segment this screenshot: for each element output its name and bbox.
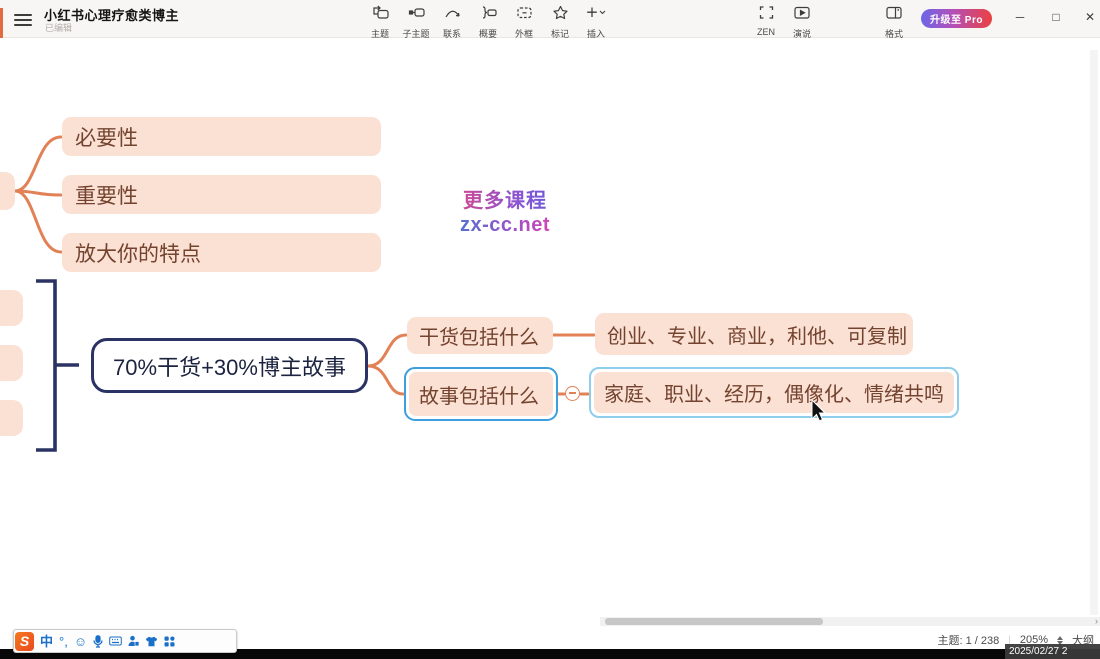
title-bar: 小红书心理疗愈类博主 已编辑 主题 子主题 联系 概要 外框 <box>0 0 1100 38</box>
topic-text: 放大你的特点 <box>62 238 201 268</box>
skin-shirt-icon[interactable] <box>145 636 158 647</box>
relationship-button[interactable]: 联系 <box>434 3 470 36</box>
ime-toolbar[interactable]: S 中 °, ☺ <box>13 629 237 653</box>
detail-topic-text: 创业、专业、商业，利他、可复制 <box>595 320 907 349</box>
subtopic-button[interactable]: 子主题 <box>398 3 434 36</box>
horizontal-scrollbar[interactable]: › <box>600 617 1100 626</box>
topic-text: 重要性 <box>62 180 138 210</box>
subtopic-node-selected[interactable]: 故事包括什么 <box>404 367 558 421</box>
maximize-button[interactable]: □ <box>1043 4 1069 30</box>
horizontal-scroll-right-arrow[interactable]: › <box>1095 616 1098 626</box>
mindmap-canvas[interactable]: 必要性 重要性 放大你的特点 70%干货+30%博主故事 干货包括什么 创业、专… <box>0 38 1100 630</box>
present-button[interactable]: 演说 <box>784 3 820 36</box>
summary-button-label: 概要 <box>479 27 497 40</box>
relationship-button-label: 联系 <box>443 27 461 40</box>
format-icon <box>885 3 903 25</box>
detail-topic-node[interactable]: 创业、专业、商业，利他、可复制 <box>595 313 913 355</box>
boundary-button-label: 外框 <box>515 27 533 40</box>
relationship-icon <box>444 3 461 25</box>
zen-button[interactable]: ZEN <box>748 3 784 36</box>
ime-language-mode[interactable]: 中 <box>40 635 53 648</box>
close-button[interactable]: ✕ <box>1077 4 1100 30</box>
edge-artifact <box>0 8 3 38</box>
subtopic-button-label: 子主题 <box>402 27 429 40</box>
summary-button[interactable]: 概要 <box>470 3 506 36</box>
format-button[interactable]: 格式 <box>876 3 912 36</box>
marker-button-label: 标记 <box>551 27 569 40</box>
present-button-label: 演说 <box>793 27 811 40</box>
topic-node[interactable]: 重要性 <box>62 175 381 214</box>
watermark-line1: 更多课程 <box>438 184 572 213</box>
watermark-line2: zx-cc.net <box>438 214 572 237</box>
present-icon <box>793 3 811 25</box>
zen-icon <box>758 3 775 25</box>
subtopic-icon <box>408 3 425 25</box>
topic-text: 必要性 <box>62 122 138 152</box>
vertical-scrollbar[interactable] <box>1090 50 1098 615</box>
summary-icon <box>480 3 497 25</box>
topic-button-label: 主题 <box>371 27 389 40</box>
topic-node[interactable]: 必要性 <box>62 117 381 156</box>
boundary-button[interactable]: 外框 <box>506 3 542 36</box>
clipped-topic[interactable] <box>0 400 23 436</box>
topic-button[interactable]: 主题 <box>362 3 398 36</box>
insert-icon <box>585 3 607 25</box>
detail-topic-text: 家庭、职业、经历，偶像化、情绪共鸣 <box>594 378 944 407</box>
minimize-button[interactable]: ─ <box>1007 4 1033 30</box>
collapse-minus-button[interactable] <box>565 386 580 401</box>
keyboard-icon[interactable] <box>109 636 122 646</box>
upgrade-pro-button[interactable]: 升级至 Pro <box>921 9 992 28</box>
summary-topic-text: 70%干货+30%博主故事 <box>113 350 346 382</box>
punctuation-icon[interactable]: °, <box>59 635 68 648</box>
format-button-label: 格式 <box>885 27 903 40</box>
clipped-topic[interactable] <box>0 345 23 381</box>
marker-button[interactable]: 标记 <box>542 3 578 36</box>
document-status: 已编辑 <box>45 21 72 34</box>
detail-topic-node-highlighted[interactable]: 家庭、职业、经历，偶像化、情绪共鸣 <box>589 367 959 418</box>
zen-button-label: ZEN <box>757 27 775 37</box>
emoji-icon[interactable]: ☺ <box>74 635 87 648</box>
microphone-icon[interactable] <box>93 635 103 648</box>
toolbox-grid-icon[interactable] <box>164 636 175 647</box>
horizontal-scroll-thumb[interactable] <box>605 618 823 625</box>
summary-topic-node[interactable]: 70%干货+30%博主故事 <box>91 338 368 393</box>
clipped-topic[interactable] <box>0 290 23 326</box>
topic-node[interactable]: 放大你的特点 <box>62 233 381 272</box>
topic-counter: 主题: 1 / 238 <box>937 632 999 648</box>
marker-icon <box>552 3 569 25</box>
insert-button-label: 插入 <box>587 27 605 40</box>
subtopic-node[interactable]: 干货包括什么 <box>407 317 553 354</box>
boundary-icon <box>516 3 533 25</box>
user-icon[interactable] <box>128 635 139 647</box>
toolbar-center: 主题 子主题 联系 概要 外框 标记 <box>362 3 614 36</box>
watermark: 更多课程 zx-cc.net <box>438 184 572 237</box>
sogou-logo-icon[interactable]: S <box>15 632 34 651</box>
insert-button[interactable]: 插入 <box>578 3 614 36</box>
clipped-parent-topic[interactable] <box>0 172 15 210</box>
subtopic-text: 故事包括什么 <box>409 380 539 409</box>
xmind-window: 小红书心理疗愈类博主 已编辑 主题 子主题 联系 概要 外框 <box>0 0 1100 659</box>
topic-icon <box>372 3 389 25</box>
timestamp-overlay: 2025/02/27 2 <box>1005 644 1100 659</box>
menu-button[interactable] <box>14 11 32 27</box>
subtopic-text: 干货包括什么 <box>407 321 539 350</box>
